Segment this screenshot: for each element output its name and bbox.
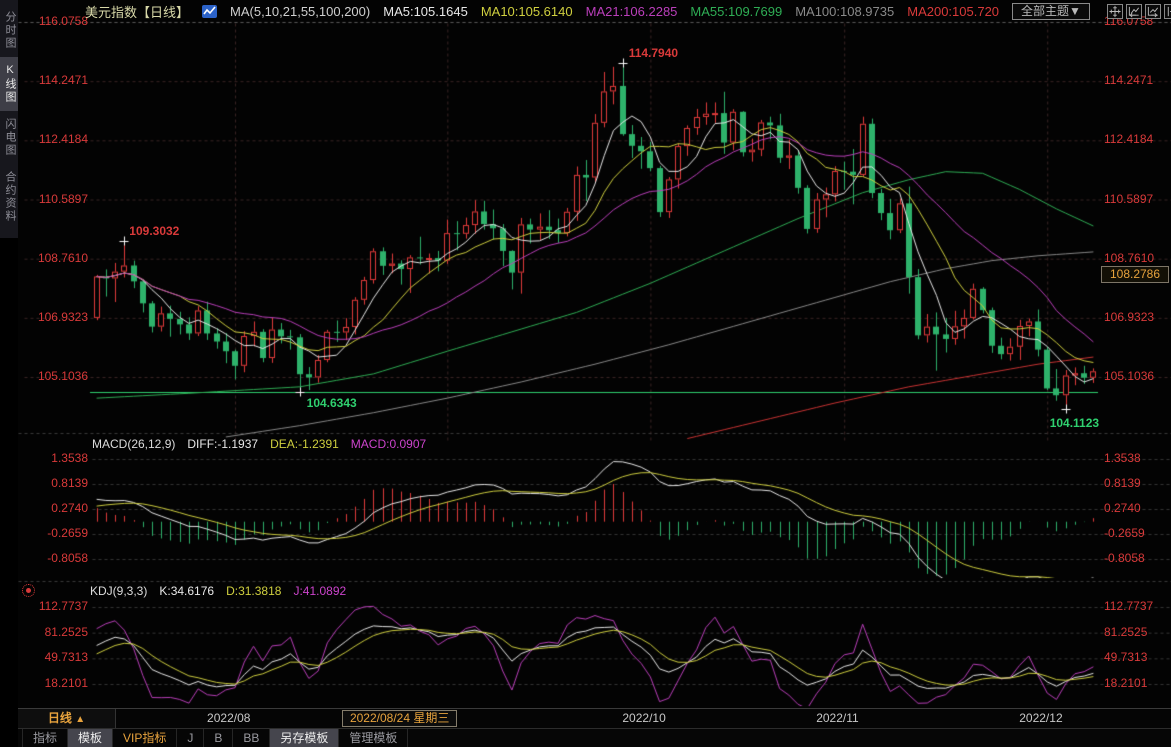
- chart-tool-buttons: [1107, 4, 1171, 19]
- bottom-tab-B[interactable]: B: [204, 729, 233, 747]
- x-axis-date-2022/10: 2022/10: [622, 711, 665, 725]
- bottom-tab-模板[interactable]: 模板: [68, 729, 113, 747]
- compress-x-axis-icon[interactable]: [1126, 4, 1142, 19]
- sidebar-item-合约资料[interactable]: 合约资料: [0, 164, 18, 230]
- sidebar-item-闪电图[interactable]: 闪电图: [0, 111, 18, 164]
- bottom-tab-VIP指标[interactable]: VIP指标: [113, 729, 177, 747]
- period-arrow-icon: ▲: [75, 714, 85, 725]
- sidebar-item-K线图[interactable]: K线图: [0, 57, 18, 111]
- trading-app-window: 分时图K线图闪电图合约资料 美元指数【日线】 MA(5,10,21,55,100…: [0, 0, 1171, 747]
- ma-value-5: MA200:105.720: [907, 4, 999, 19]
- period-label: 日线: [48, 711, 72, 725]
- pan-right-icon[interactable]: [1164, 4, 1171, 19]
- move-crosshair-icon[interactable]: [1107, 4, 1123, 19]
- x-axis-date-2022/12: 2022/12: [1019, 711, 1062, 725]
- bottom-tab-管理模板[interactable]: 管理模板: [339, 729, 408, 747]
- ma-values-group: MA5:105.1645 MA10:105.6140 MA21:106.2285 MA…: [383, 4, 999, 19]
- ma-value-3: MA55:109.7699: [690, 4, 782, 19]
- ma-value-2: MA21:106.2285: [586, 4, 678, 19]
- ma-value-4: MA100:108.9735: [795, 4, 894, 19]
- line-chart-icon: [202, 5, 217, 18]
- bottom-tab-另存模板[interactable]: 另存模板: [270, 729, 339, 747]
- all-themes-button[interactable]: 全部主题▼: [1012, 3, 1090, 20]
- candlestick-chart-canvas[interactable]: [0, 0, 1171, 708]
- bottom-tab-BB[interactable]: BB: [233, 729, 270, 747]
- x-axis-highlighted-date: 2022/08/24 星期三: [342, 710, 457, 727]
- sidebar-item-分时图[interactable]: 分时图: [0, 4, 18, 57]
- x-axis-date-2022/11: 2022/11: [816, 711, 859, 725]
- bottom-tab-指标[interactable]: 指标: [22, 729, 68, 747]
- ma-value-1: MA10:105.6140: [481, 4, 573, 19]
- period-selector[interactable]: 日线 ▲: [18, 709, 116, 728]
- left-sidebar: 分时图K线图闪电图合约资料: [0, 0, 18, 747]
- symbol-title: 美元指数【日线】: [85, 2, 189, 21]
- x-axis-row: 日线 ▲ 2022/08 2022/10 2022/11 2022/12 2022/08…: [18, 708, 1171, 729]
- chart-header: 美元指数【日线】 MA(5,10,21,55,100,200) MA5:105.…: [18, 0, 1171, 22]
- bottom-tab-bar: 指标模板VIP指标JBBB另存模板管理模板: [18, 728, 1171, 747]
- x-axis-date-2022/08: 2022/08: [207, 711, 250, 725]
- expand-x-axis-icon[interactable]: [1145, 4, 1161, 19]
- ma-settings-label: MA(5,10,21,55,100,200): [230, 4, 370, 19]
- record-dot-icon[interactable]: [22, 584, 35, 597]
- ma-value-0: MA5:105.1645: [383, 4, 468, 19]
- bottom-tab-J[interactable]: J: [177, 729, 204, 747]
